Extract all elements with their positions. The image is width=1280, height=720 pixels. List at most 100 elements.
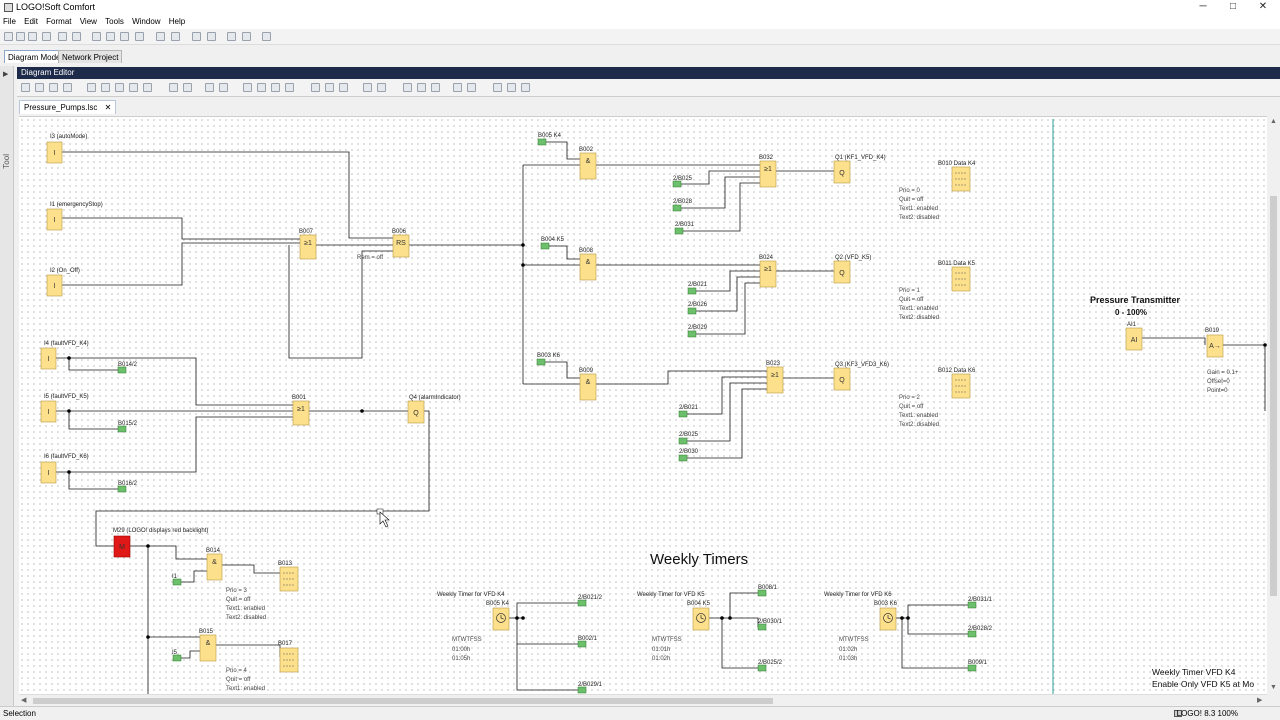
scroll-right-icon[interactable]: ▶ [1257, 696, 1262, 704]
horizontal-scroll-thumb[interactable] [33, 698, 773, 704]
ref-b004[interactable]: B004 K5 [540, 237, 565, 250]
page-setup-icon[interactable] [431, 83, 440, 92]
view-triple-icon[interactable] [339, 83, 348, 92]
connector-2-b031-row1[interactable]: 2/B031 [674, 222, 695, 235]
scroll-left-icon[interactable]: ◀ [21, 696, 26, 704]
output-q3[interactable]: Q3 (KF3_VFD3_K6) Q [833, 362, 889, 391]
block-b013[interactable]: B013 Prio = 3 Quit = off Text1: enabled … [226, 561, 299, 621]
constants-tool-icon[interactable] [49, 83, 58, 92]
connector-b014-2[interactable]: B014/2 [117, 362, 138, 374]
weekly-timer-k5[interactable]: Weekly Timer for VFD K5 B004 K5 MTWTFSS … [637, 585, 783, 672]
ref-b005[interactable]: B005 K4 [537, 133, 562, 146]
cut-icon[interactable] [92, 32, 101, 41]
expand-arrow-icon[interactable]: ▶ [3, 70, 8, 78]
align-left-icon[interactable] [87, 83, 96, 92]
connector-2-b021-row3[interactable]: 2/B021 [678, 405, 699, 418]
input-i2[interactable]: I2 (On_Off) I [46, 268, 80, 297]
zoom-in-icon[interactable] [363, 83, 372, 92]
open-dropdown-icon[interactable] [16, 32, 25, 41]
input-i6[interactable]: I6 (faultVFD_K6) I [40, 454, 89, 484]
connector-2-b021-row2[interactable]: 2/B021 [687, 282, 708, 295]
menu-window[interactable]: Window [129, 15, 163, 28]
block-b014[interactable]: B014 & [206, 548, 223, 581]
block-b007[interactable]: B007 ≥1 [299, 229, 317, 260]
tree-collapse-icon[interactable] [521, 83, 530, 92]
block-b015[interactable]: B015 & [199, 629, 217, 662]
new-icon[interactable] [4, 32, 13, 41]
pc-to-logo-icon[interactable] [192, 32, 201, 41]
print-icon[interactable] [72, 32, 81, 41]
connector-i5-lower[interactable]: I5 [172, 650, 182, 662]
view-single-icon[interactable] [311, 83, 320, 92]
output-q2[interactable]: Q2 (VFD_K5) Q [833, 255, 871, 284]
maximize-button[interactable]: □ [1216, 0, 1250, 15]
text-tool-icon[interactable] [63, 83, 72, 92]
align-middle-icon[interactable] [129, 83, 138, 92]
tree-expand-icon[interactable] [507, 83, 516, 92]
undo-icon[interactable] [156, 32, 165, 41]
connector-2-b026-row2[interactable]: 2/B026 [687, 302, 708, 315]
menu-file[interactable]: File [0, 15, 19, 28]
connector-b015-2[interactable]: B015/2 [117, 421, 138, 433]
output-q4[interactable]: Q4 (alarmIndicator) Q [407, 395, 461, 424]
connector-2-b030-row3[interactable]: 2/B030 [678, 449, 699, 462]
scroll-down-icon[interactable]: ▼ [1270, 684, 1277, 691]
block-b024[interactable]: B024 ≥1 [759, 255, 777, 288]
simulation-icon[interactable] [242, 32, 251, 41]
folder-icon[interactable] [42, 32, 51, 41]
connector-i1-lower[interactable]: I1 [172, 574, 182, 586]
align-top-icon[interactable] [115, 83, 124, 92]
block-b001[interactable]: B001 ≥1 [292, 395, 310, 426]
input-i5[interactable]: I5 (faultVFD_K5) I [40, 394, 89, 423]
block-b009[interactable]: B009 & [579, 368, 597, 401]
horizontal-scrollbar[interactable]: ◀ ▶ [19, 694, 1267, 706]
menu-format[interactable]: Format [43, 15, 74, 28]
view-split-icon[interactable] [325, 83, 334, 92]
route-icon[interactable] [169, 83, 178, 92]
comments-icon[interactable] [467, 83, 476, 92]
block-b017[interactable]: B017 Prio = 4 Quit = off Text1: enabled [226, 641, 299, 692]
block-b010[interactable]: B010 Data K4 Prio = 0 Quit = off Text1: … [899, 161, 976, 221]
redo-icon[interactable] [171, 32, 180, 41]
pressure-transmitter[interactable]: Pressure Transmitter 0 - 100% AI1 AI [1090, 295, 1181, 351]
logo-to-pc-icon[interactable] [207, 32, 216, 41]
editor-redo-icon[interactable] [219, 83, 228, 92]
menu-help[interactable]: Help [166, 15, 188, 28]
tree-icon[interactable] [493, 83, 502, 92]
help-pointer-icon[interactable] [262, 32, 271, 41]
block-b019[interactable]: B019 A→ Gain = 0.1+ Offset=0 Point=0 [1205, 328, 1239, 394]
grid-icon[interactable] [417, 83, 426, 92]
close-window-button[interactable]: ✕ [1246, 0, 1280, 15]
split-connection-icon[interactable] [453, 83, 462, 92]
output-q1[interactable]: Q1 (KF1_VFD_K4) Q [833, 155, 886, 184]
tool-sidebar[interactable]: ▶ Tool [0, 66, 14, 706]
block-b012[interactable]: B012 Data K6 Prio = 2 Quit = off Text1: … [899, 368, 976, 428]
diagram-canvas[interactable]: .w{stroke:#1a1a1a;stroke-width:0.8;fill:… [19, 116, 1267, 694]
connector-2-b028-row1[interactable]: 2/B028 [672, 199, 693, 212]
zoom-out-icon[interactable] [377, 83, 386, 92]
menu-edit[interactable]: Edit [21, 15, 41, 28]
input-i4[interactable]: I4 (faultVFD_K4) I [40, 341, 89, 370]
block-b011[interactable]: B011 Data K5 Prio = 1 Quit = off Text1: … [899, 261, 976, 321]
paste-icon[interactable] [135, 32, 144, 41]
connector-2-b025-row1[interactable]: 2/B025 [672, 176, 693, 188]
menu-view[interactable]: View [77, 15, 100, 28]
input-i3[interactable]: I3 (autoMode) I [46, 134, 87, 164]
align-center-icon[interactable] [101, 83, 110, 92]
co-block-icon[interactable] [243, 83, 252, 92]
vertical-scroll-thumb[interactable] [1270, 196, 1277, 596]
block-b032[interactable]: B032 ≥1 [759, 155, 777, 188]
tab-diagram-mode[interactable]: Diagram Mode [4, 50, 65, 63]
save-icon[interactable] [58, 32, 67, 41]
pen-icon[interactable] [403, 83, 412, 92]
block-b023[interactable]: B023 ≥1 [766, 361, 784, 394]
ref-b003[interactable]: B003 K6 [536, 353, 561, 366]
connector-b016-2[interactable]: B016/2 [117, 481, 138, 493]
tab-network-project[interactable]: Network Project [58, 50, 123, 63]
flag-m29[interactable]: M29 (LOGO! displays red backlight) M [113, 528, 208, 558]
copy-icon[interactable] [120, 32, 129, 41]
vertical-scrollbar[interactable]: ▲ ▼ [1267, 116, 1280, 696]
delete-icon[interactable] [106, 32, 115, 41]
online-test-icon[interactable] [227, 32, 236, 41]
connector-2-b029-row2[interactable]: 2/B029 [687, 325, 708, 338]
